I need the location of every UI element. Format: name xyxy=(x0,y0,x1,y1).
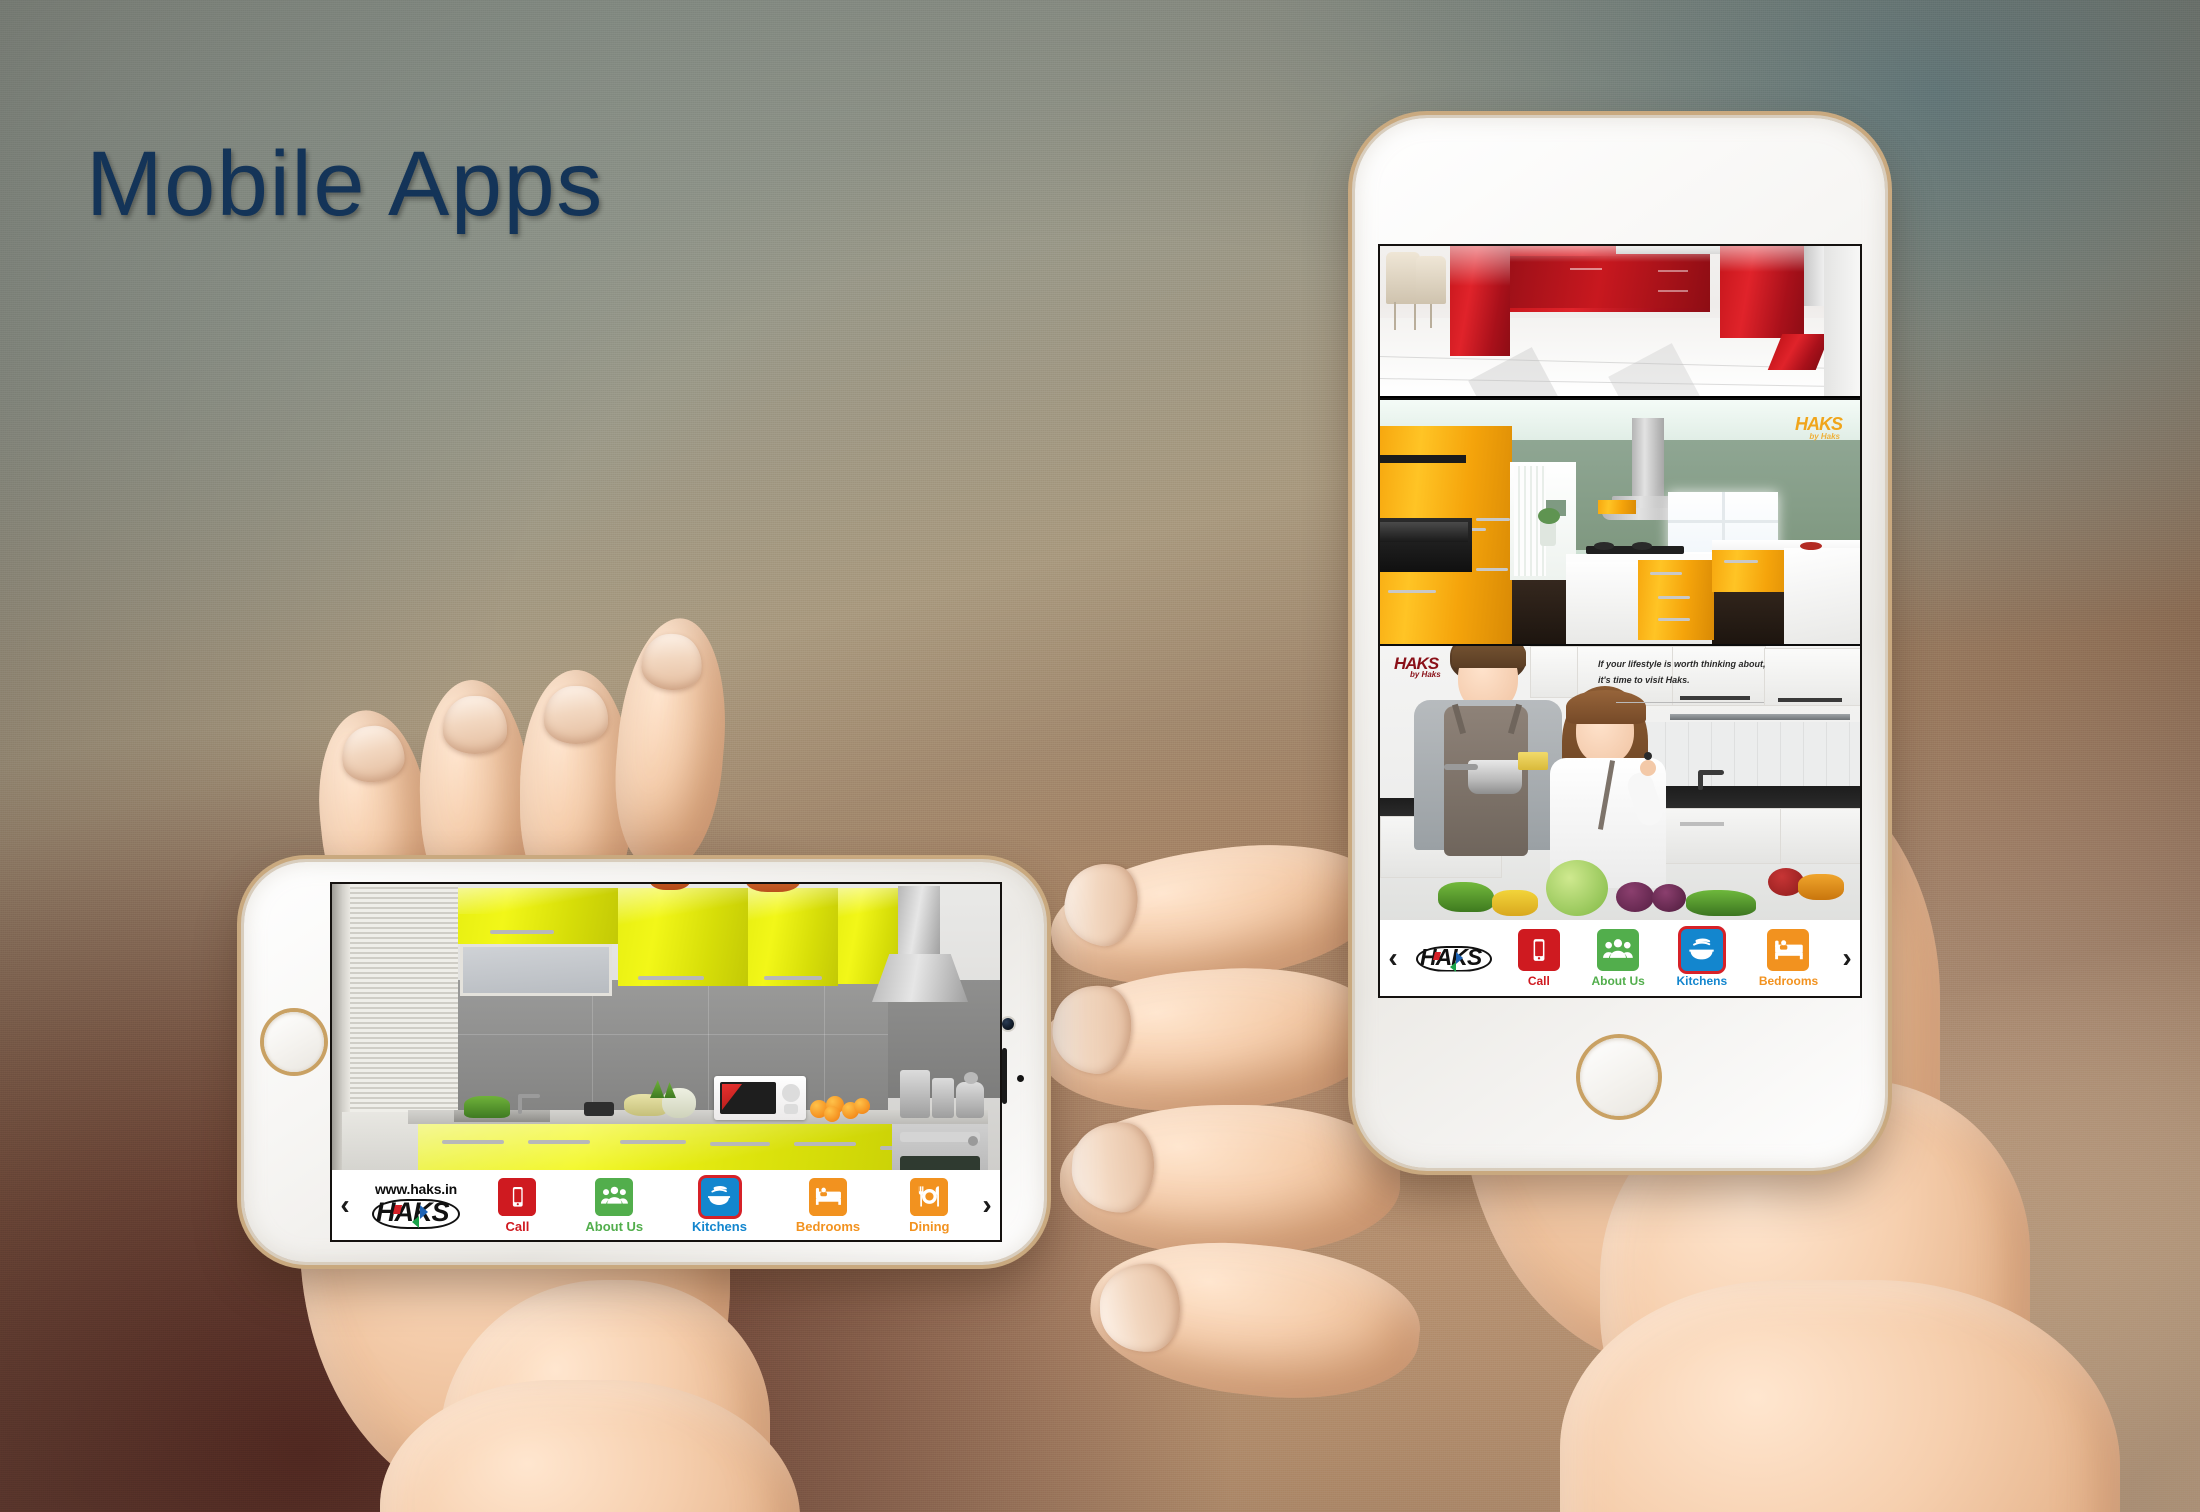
app-navbar-left[interactable]: ‹ www.haks.in HAKS Call About Us Kitchens B… xyxy=(332,1170,1000,1240)
promo-headline-line1: If your lifestyle is worth thinking abou… xyxy=(1598,659,1766,669)
promo-headline-line2: it's time to visit Haks. xyxy=(1598,675,1690,685)
phone-left[interactable]: ‹ www.haks.in HAKS Call About Us Kitchens B… xyxy=(244,862,1044,1262)
nav-item-call[interactable]: Call xyxy=(1517,929,1560,988)
prev-arrow-icon-left[interactable]: ‹ xyxy=(332,1191,358,1219)
nav-item-label: Bedrooms xyxy=(1758,974,1819,988)
next-arrow-icon-left[interactable]: › xyxy=(974,1191,1000,1219)
page-title: Mobile Apps xyxy=(86,133,604,235)
nav-item-about-us[interactable]: About Us xyxy=(585,1177,644,1234)
nav-item-bedrooms[interactable]: Bedrooms xyxy=(1759,929,1818,987)
nav-item-kitchens[interactable]: Kitchens xyxy=(692,1177,747,1234)
person-woman xyxy=(1548,686,1688,888)
people-icon[interactable] xyxy=(595,1177,634,1216)
bowl-icon[interactable] xyxy=(1680,929,1723,971)
earpiece-speaker-left xyxy=(1002,1048,1007,1104)
panel-couple-cooking[interactable]: If your lifestyle is worth thinking abou… xyxy=(1380,644,1860,922)
nav-item-label: Dining xyxy=(909,1218,950,1234)
front-camera-icon-left xyxy=(1002,1018,1014,1030)
app-navbar-right[interactable]: ‹ HAKS Call About Us Kitchens Bedrooms › xyxy=(1380,920,1860,996)
haks-wordmark-right: HAKS xyxy=(1416,945,1492,972)
nav-item-label: Bedrooms xyxy=(795,1218,861,1234)
panel-red-kitchen[interactable] xyxy=(1380,246,1860,396)
nav-item-dining[interactable]: Dining xyxy=(909,1177,950,1234)
nav-item-label: About Us xyxy=(585,1218,644,1234)
plate-icon[interactable] xyxy=(910,1177,949,1216)
prev-arrow-icon[interactable]: ‹ xyxy=(1380,944,1406,972)
nav-item-label: Kitchens xyxy=(692,1218,747,1234)
phone-icon[interactable] xyxy=(498,1177,537,1216)
nav-item-kitchens[interactable]: Kitchens xyxy=(1676,929,1727,987)
home-button-left[interactable] xyxy=(264,1012,324,1072)
home-button[interactable] xyxy=(1580,1038,1658,1116)
nav-item-label: About Us xyxy=(1591,974,1645,988)
people-icon[interactable] xyxy=(1597,929,1640,971)
nav-items-right: Call About Us Kitchens Bedrooms xyxy=(1502,920,1834,996)
bed-icon[interactable] xyxy=(1767,929,1810,971)
brand-logo-left[interactable]: www.haks.in HAKS xyxy=(358,1181,474,1229)
phone-left-screen[interactable]: ‹ www.haks.in HAKS Call About Us Kitchens B… xyxy=(332,884,1000,1240)
nav-item-bedrooms[interactable]: Bedrooms xyxy=(795,1177,861,1234)
next-arrow-icon[interactable]: › xyxy=(1834,944,1860,972)
nav-item-call[interactable]: Call xyxy=(498,1177,537,1234)
haks-wordmark-left: HAKS xyxy=(372,1199,460,1229)
phone-right[interactable]: HAKS by Haks If your lifestyle is worth … xyxy=(1355,118,1885,1168)
panel-yellow-kitchen[interactable]: HAKS by Haks xyxy=(1380,398,1860,644)
brand-url-left: www.haks.in xyxy=(374,1181,458,1197)
nav-item-label: Call xyxy=(505,1218,530,1234)
proximity-sensor-icon-left xyxy=(1017,1075,1024,1082)
nav-item-label: Call xyxy=(1527,974,1550,988)
phone-right-screen[interactable]: HAKS by Haks If your lifestyle is worth … xyxy=(1380,246,1860,996)
bed-icon[interactable] xyxy=(809,1177,847,1216)
brand-logo-right[interactable]: HAKS xyxy=(1406,945,1502,972)
nav-items-left: Call About Us Kitchens Bedrooms Dining xyxy=(474,1170,974,1240)
bowl-icon[interactable] xyxy=(700,1177,739,1216)
panel-yellow-kitchen-left[interactable] xyxy=(332,884,1000,1170)
phone-icon[interactable] xyxy=(1517,929,1560,971)
nav-item-about-us[interactable]: About Us xyxy=(1591,929,1645,988)
nav-item-label: Kitchens xyxy=(1676,974,1728,988)
slide-canvas: Mobile Apps HAKS by Haks If your lifesty… xyxy=(0,0,2200,1512)
